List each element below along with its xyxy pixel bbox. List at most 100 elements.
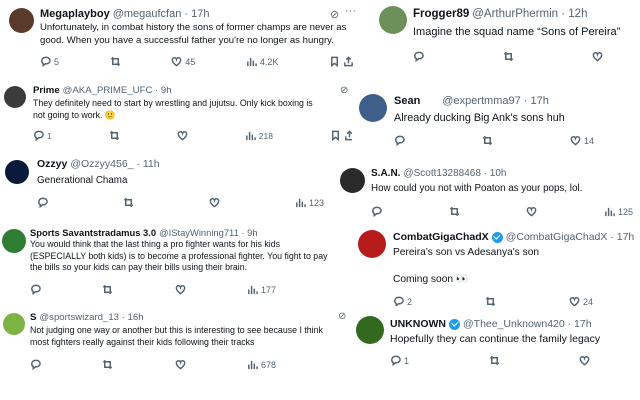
- reply-button[interactable]: 5: [40, 56, 59, 67]
- author-name[interactable]: Prime: [33, 85, 60, 96]
- author-handle[interactable]: @AKA_PRIME_UFC · 9h: [63, 85, 172, 96]
- reply-button[interactable]: 2: [393, 296, 412, 306]
- views-icon: [245, 131, 256, 141]
- tweet-card[interactable]: Megaplayboy @megaufcfan · 17h ⊘ ··· Unfo…: [0, 0, 360, 78]
- retweet-button[interactable]: [449, 206, 460, 217]
- retweet-button[interactable]: [102, 359, 113, 370]
- retweet-button[interactable]: [485, 296, 496, 306]
- like-button[interactable]: [177, 130, 188, 141]
- views-icon: [248, 360, 258, 370]
- like-button[interactable]: [175, 359, 186, 370]
- author-name[interactable]: CombatGigaChadX: [393, 231, 489, 243]
- retweet-icon: [489, 355, 499, 366]
- avatar[interactable]: [2, 229, 26, 253]
- avatar[interactable]: [340, 168, 365, 193]
- heart-icon: [570, 136, 581, 146]
- tweet-card[interactable]: Sports Savantstradamus 3.0 @IStayWinning…: [0, 221, 348, 299]
- verified-badge-icon: [491, 231, 503, 243]
- author-name[interactable]: Ozzyy: [37, 158, 67, 170]
- tweet-card[interactable]: S @sportswizard_13 · 16h ⊘ Not judging o…: [0, 305, 360, 380]
- avatar[interactable]: [358, 230, 386, 258]
- author-name[interactable]: Sports Savantstradamus 3.0: [30, 227, 156, 238]
- reply-button[interactable]: [413, 51, 424, 62]
- reply-icon: [31, 359, 41, 370]
- tweet-card[interactable]: S.A.N. @Scott13288468 · 10h How could yo…: [335, 160, 640, 222]
- tweet-actions: 123: [37, 197, 324, 208]
- reply-button[interactable]: 1: [390, 355, 409, 366]
- like-button[interactable]: 14: [570, 135, 594, 146]
- avatar[interactable]: [356, 316, 384, 344]
- reply-button[interactable]: [30, 359, 41, 370]
- author-name[interactable]: S.A.N.: [371, 168, 400, 179]
- views-button[interactable]: 123: [295, 197, 324, 208]
- tweet-text: Unfortunately, in combat history the son…: [40, 22, 347, 46]
- like-button[interactable]: [579, 355, 590, 366]
- tweet-card[interactable]: Prime @AKA_PRIME_UFC · 9h ⊘ They definit…: [0, 80, 360, 150]
- retweet-button[interactable]: [110, 56, 121, 67]
- heart-icon: [177, 131, 188, 141]
- author-handle[interactable]: @sportswizard_13 · 16h: [39, 312, 143, 323]
- retweet-button[interactable]: [102, 284, 113, 295]
- tweet-card[interactable]: Ozzyy @Ozzyy456_ · 11h Generational Cham…: [0, 152, 330, 215]
- retweet-button[interactable]: [503, 51, 514, 62]
- retweet-icon: [482, 135, 493, 146]
- like-button[interactable]: [592, 51, 603, 62]
- author-handle[interactable]: @IStayWinning711 · 9h: [159, 227, 257, 238]
- grok-icon[interactable]: ⊘: [330, 8, 339, 21]
- like-button[interactable]: [526, 206, 537, 217]
- heart-icon: [175, 360, 185, 370]
- views-button[interactable]: 125: [604, 206, 633, 217]
- author-handle[interactable]: @expertmma97 · 17h: [442, 95, 549, 107]
- like-button[interactable]: [209, 197, 220, 208]
- reply-button[interactable]: [394, 135, 405, 146]
- retweet-button[interactable]: [109, 130, 120, 141]
- reply-button[interactable]: [37, 197, 48, 208]
- like-button[interactable]: 45: [171, 56, 195, 67]
- reply-button[interactable]: [30, 284, 41, 295]
- reply-icon: [414, 51, 424, 62]
- author-handle[interactable]: @CombatGigaChadX · 17h: [506, 231, 635, 243]
- retweet-icon: [110, 56, 120, 67]
- author-handle[interactable]: @ArthurPhermin · 12h: [472, 8, 587, 20]
- like-button[interactable]: [175, 284, 186, 295]
- avatar[interactable]: [379, 6, 407, 34]
- author-name[interactable]: Frogger89: [413, 8, 469, 20]
- author-handle[interactable]: @Scott13288468 · 10h: [403, 168, 506, 179]
- reply-icon: [395, 135, 405, 146]
- tweet-text: Not judging one way or another but this …: [30, 325, 323, 347]
- author-name[interactable]: UNKNOWN: [390, 318, 446, 330]
- views-button[interactable]: 218: [245, 130, 273, 141]
- grok-icon[interactable]: ⊘: [338, 311, 346, 322]
- retweet-button[interactable]: [489, 355, 500, 366]
- reply-button[interactable]: 1: [33, 130, 52, 141]
- author-handle[interactable]: @Ozzyy456_ · 11h: [70, 158, 159, 170]
- reply-button[interactable]: [371, 206, 382, 217]
- retweet-button[interactable]: [123, 197, 134, 208]
- grok-icon[interactable]: ⊘: [340, 85, 348, 96]
- views-button[interactable]: 678: [247, 359, 276, 370]
- tweet-text: You would think that the last thing a pr…: [30, 239, 328, 273]
- retweet-button[interactable]: [482, 135, 493, 146]
- views-button[interactable]: 4.2K: [246, 56, 278, 67]
- author-handle[interactable]: @megaufcfan · 17h: [113, 8, 210, 20]
- tweet-card[interactable]: Frogger89 @ArthurPhermin · 12h Imagine t…: [372, 0, 640, 72]
- tweet-card[interactable]: UNKNOWN @Thee_Unknown420 · 17h Hopefully…: [352, 310, 640, 380]
- more-icon[interactable]: ···: [345, 5, 356, 17]
- avatar[interactable]: [4, 86, 26, 108]
- tweet-card[interactable]: Sean @expertmma97 · 17h Already ducking …: [352, 86, 640, 152]
- like-button[interactable]: 24: [569, 296, 593, 306]
- avatar[interactable]: [5, 160, 29, 184]
- author-name[interactable]: S: [30, 312, 36, 323]
- author-handle[interactable]: @Thee_Unknown420 · 17h: [463, 318, 592, 330]
- tweet-actions: 14: [394, 135, 594, 146]
- author-name[interactable]: Megaplayboy: [40, 8, 110, 20]
- heart-icon: [579, 356, 590, 366]
- share-button[interactable]: [329, 56, 354, 67]
- views-button[interactable]: 177: [247, 284, 276, 295]
- author-name[interactable]: Sean: [394, 95, 420, 107]
- avatar[interactable]: [9, 8, 34, 33]
- tweet-card[interactable]: CombatGigaChadX @CombatGigaChadX · 17h P…: [352, 226, 640, 306]
- avatar[interactable]: [359, 94, 387, 122]
- avatar[interactable]: [3, 313, 25, 335]
- tweet-actions: 1 218: [33, 130, 355, 141]
